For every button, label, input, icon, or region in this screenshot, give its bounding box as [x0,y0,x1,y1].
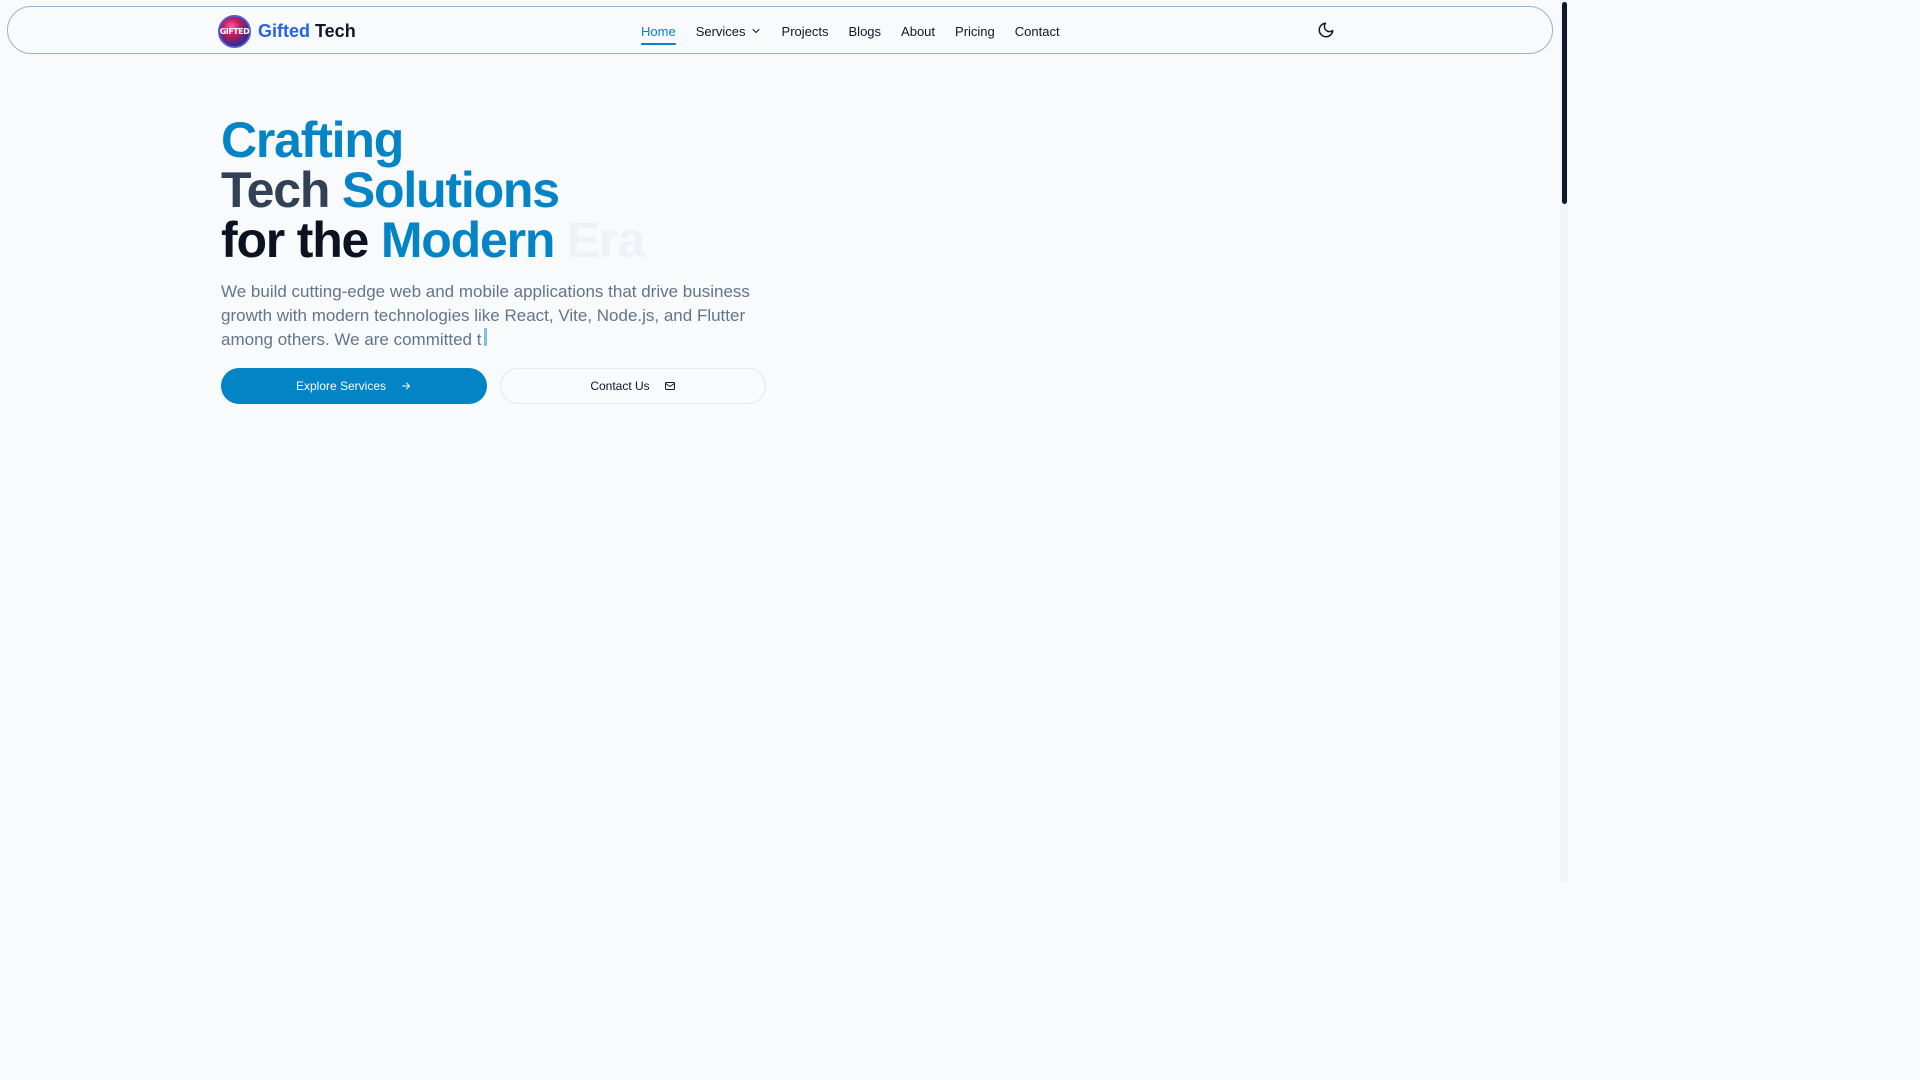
nav-item-about[interactable]: About [891,24,945,39]
scrollbar[interactable] [1560,0,1568,882]
hero-section: Crafting Tech Solutions for the Modern E… [221,115,781,352]
explore-services-label: Explore Services [295,379,387,393]
nav-item-label: Home [641,23,676,39]
headline-word-modern: Modern [380,212,556,268]
typing-cursor [484,328,488,346]
nav-item-blogs[interactable]: Blogs [839,24,892,39]
brand-name-second: Tech [315,20,356,41]
hero-description: We build cutting-edge web and mobile app… [221,280,769,352]
headline-word-era: Era [566,212,645,268]
page: GIFTED Gifted Tech Home Services Project… [0,0,1568,882]
nav-item-label: Services [695,23,746,39]
headline-word-solutions: Solutions [341,162,560,218]
moon-icon[interactable] [1317,21,1335,39]
navbar: GIFTED Gifted Tech Home Services Project… [7,6,1553,54]
mail-icon [664,382,675,390]
nav-item-label: About [901,23,936,39]
arrow-right-icon [402,382,411,390]
brand[interactable]: GIFTED Gifted Tech [218,14,356,48]
headline-word-for-the: for the [221,212,369,268]
chevron-down-icon [752,29,760,33]
headline-word-crafting: Crafting [221,112,404,168]
nav-item-label: Pricing [955,23,995,39]
scrollbar-thumb[interactable] [1562,2,1567,204]
nav-item-label: Contact [1014,23,1060,39]
nav-item-label: Blogs [848,23,882,39]
contact-us-button[interactable]: Contact Us [500,368,766,404]
nav-item-contact[interactable]: Contact [1005,24,1070,39]
brand-logo: GIFTED [218,14,251,48]
contact-us-label: Contact Us [590,379,650,393]
nav-item-services[interactable]: Services [686,24,772,39]
brand-name-first: Gifted [258,20,310,41]
headline-word-tech: Tech [221,162,330,218]
nav-item-label: Projects [781,23,829,39]
nav-item-projects[interactable]: Projects [772,24,839,39]
hero-headline: Crafting Tech Solutions for the Modern E… [221,115,781,265]
nav-item-pricing[interactable]: Pricing [945,24,1005,39]
explore-services-button[interactable]: Explore Services [221,368,487,404]
hero-actions: Explore Services Contact Us [221,368,766,404]
nav-item-home[interactable]: Home [631,23,686,45]
brand-name: Gifted Tech [258,21,356,42]
nav-menu: Home Services Projects Blogs About Prici… [631,7,1070,55]
